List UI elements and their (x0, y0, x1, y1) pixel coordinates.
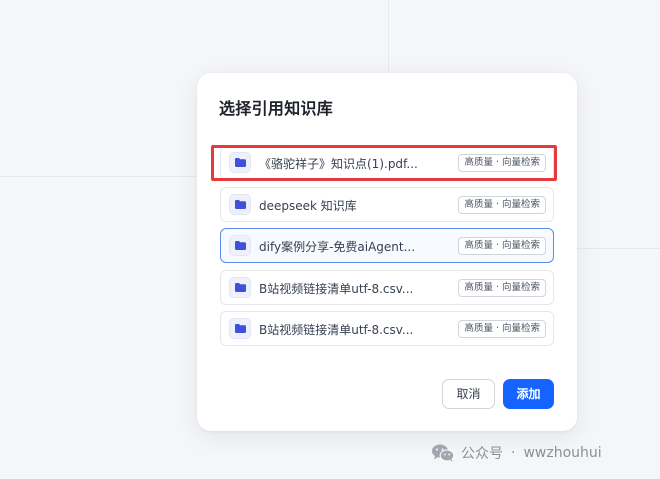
watermark-account: 公众号 (461, 446, 503, 462)
kb-item-badge: 高质量 · 向量检索 (458, 195, 546, 214)
kb-item-name: B站视频链接清单utf-8.csv... (259, 281, 414, 296)
cancel-button[interactable]: 取消 (442, 379, 495, 409)
folder-icon (229, 193, 251, 215)
kb-item-name: 《骆驼祥子》知识点(1).pdf... (259, 157, 418, 171)
wechat-icon (432, 444, 455, 462)
folder-icon (229, 318, 251, 339)
kb-item[interactable]: deepseek 知识库 高质量 · 向量检索 (220, 186, 554, 222)
folder-icon (229, 235, 251, 256)
kb-item-name: B站视频链接清单utf-8.csv... (259, 323, 414, 337)
select-knowledge-base-dialog: 选择引用知识库 《骆驼祥子》知识点(1).pdf... 高质量 · 向量检索 d… (197, 73, 577, 431)
kb-item[interactable]: 《骆驼祥子》知识点(1).pdf... 高质量 · 向量检索 (220, 145, 554, 180)
folder-icon (229, 276, 251, 298)
background-divider-horizontal (0, 176, 198, 177)
kb-item-badge: 高质量 · 向量检索 (458, 320, 546, 338)
kb-item-badge: 高质量 · 向量检索 (458, 154, 546, 172)
knowledge-base-list: 《骆驼祥子》知识点(1).pdf... 高质量 · 向量检索 deepseek … (220, 145, 554, 353)
kb-item[interactable]: B站视频链接清单utf-8.csv... 高质量 · 向量检索 (220, 269, 554, 305)
watermark-handle: wwzhouhui (523, 445, 602, 461)
kb-item[interactable]: dify案例分享-免费aiAgent... 高质量 · 向量检索 (220, 228, 554, 263)
dialog-title: 选择引用知识库 (219, 99, 334, 118)
kb-item[interactable]: B站视频链接清单utf-8.csv... 高质量 · 向量检索 (220, 311, 554, 346)
kb-item-name: deepseek 知识库 (259, 198, 357, 213)
folder-icon (229, 152, 251, 173)
background-divider-vertical (388, 0, 389, 75)
add-button[interactable]: 添加 (503, 379, 554, 409)
watermark-separator: · (511, 445, 516, 461)
kb-item-badge: 高质量 · 向量检索 (458, 278, 546, 297)
kb-item-badge: 高质量 · 向量检索 (458, 237, 546, 255)
background-divider-horizontal-right (576, 248, 660, 249)
watermark: 公众号 · wwzhouhui (431, 443, 602, 463)
kb-item-name: dify案例分享-免费aiAgent... (259, 240, 416, 254)
